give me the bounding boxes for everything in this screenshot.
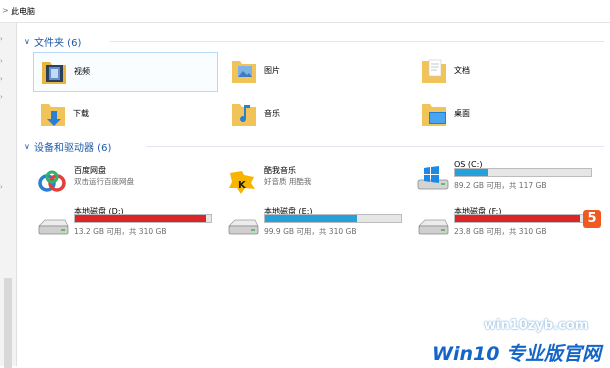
app-description: 双击运行百度网盘 [74, 177, 134, 186]
app-baidu-netdisk[interactable]: 百度网盘 双击运行百度网盘 [36, 165, 221, 201]
devices-section-header[interactable]: ∨ 设备和驱动器 (6) [24, 139, 604, 154]
section-title: 设备和驱动器 (6) [34, 142, 112, 154]
folder-downloads[interactable]: 下载 [33, 95, 216, 133]
watermark-badge: 5 [583, 210, 601, 228]
navigation-pane[interactable]: › › › › › [0, 23, 17, 368]
folder-desktop[interactable]: 桌面 [414, 95, 597, 133]
app-description: 好音质 用酷我 [264, 177, 312, 186]
drive-d[interactable]: 本地磁盘 (D:) 13.2 GB 可用，共 310 GB [36, 206, 221, 242]
folder-label: 音乐 [264, 109, 280, 118]
music-folder-icon [232, 104, 256, 126]
nav-scrollbar-thumb[interactable] [4, 278, 12, 368]
svg-text:K: K [238, 180, 247, 191]
drive-usage-fill [265, 215, 358, 222]
pictures-folder-icon [232, 61, 256, 83]
baidu-netdisk-icon [38, 170, 66, 192]
chevron-down-icon[interactable]: ∨ [24, 37, 34, 46]
hard-drive-icon [418, 219, 449, 235]
app-name: 百度网盘 [74, 166, 106, 175]
drive-usage-fill [455, 215, 581, 222]
divider [110, 41, 604, 42]
app-kuwo-music[interactable]: K 酷我音乐 好音质 用酷我 [226, 165, 411, 201]
drive-c[interactable]: OS (C:) 89.2 GB 可用，共 117 GB [416, 160, 601, 196]
folder-label: 视频 [74, 67, 90, 76]
documents-folder-icon [422, 59, 446, 83]
section-title: 文件夹 (6) [34, 37, 82, 49]
hard-drive-icon [228, 219, 259, 235]
drive-usage-fill [75, 215, 206, 222]
expand-arrow-icon[interactable]: › [0, 93, 3, 101]
drive-e[interactable]: 本地磁盘 (E:) 99.9 GB 可用，共 310 GB [226, 206, 411, 242]
folder-music[interactable]: 音乐 [224, 95, 407, 133]
videos-folder-icon [42, 62, 66, 84]
drive-usage-bar [454, 214, 592, 223]
address-bar[interactable]: > 此电脑 [0, 0, 610, 23]
kuwo-music-icon: K [229, 171, 255, 194]
chevron-down-icon[interactable]: ∨ [24, 142, 34, 151]
folder-label: 下载 [73, 109, 89, 118]
watermark-brand: Win10 专业版官网 [432, 343, 602, 365]
drive-usage-bar [264, 214, 402, 223]
chevron-right-icon[interactable]: > [2, 6, 9, 15]
drive-free-space: 99.9 GB 可用，共 310 GB [264, 227, 357, 236]
downloads-folder-icon [41, 104, 65, 126]
folder-label: 图片 [264, 66, 280, 75]
drive-usage-bar [74, 214, 212, 223]
desktop-folder-icon [422, 104, 446, 126]
drive-free-space: 23.8 GB 可用，共 310 GB [454, 227, 547, 236]
app-name: 酷我音乐 [264, 166, 296, 175]
expand-arrow-icon[interactable]: › [0, 57, 3, 65]
folders-section-header[interactable]: ∨ 文件夹 (6) [24, 34, 604, 49]
folder-documents[interactable]: 文档 [414, 52, 597, 90]
expand-arrow-icon[interactable]: › [0, 75, 3, 83]
expand-arrow-icon[interactable]: › [0, 183, 3, 191]
drive-free-space: 13.2 GB 可用，共 310 GB [74, 227, 167, 236]
folder-videos[interactable]: 视频 [33, 52, 218, 92]
system-drive-icon [417, 166, 449, 190]
breadcrumb-this-pc[interactable]: 此电脑 [11, 6, 35, 17]
drive-usage-fill [455, 169, 488, 176]
folder-label: 桌面 [454, 109, 470, 118]
drive-f[interactable]: 本地磁盘 (F:) 23.8 GB 可用，共 310 GB [416, 206, 601, 242]
expand-arrow-icon[interactable]: › [0, 35, 3, 43]
hard-drive-icon [38, 219, 69, 235]
divider [146, 146, 604, 147]
folder-pictures[interactable]: 图片 [224, 52, 407, 90]
folder-label: 文档 [454, 66, 470, 75]
drive-usage-bar [454, 168, 592, 177]
drive-free-space: 89.2 GB 可用，共 117 GB [454, 181, 547, 190]
watermark-url: win10zyb.com [484, 318, 589, 333]
